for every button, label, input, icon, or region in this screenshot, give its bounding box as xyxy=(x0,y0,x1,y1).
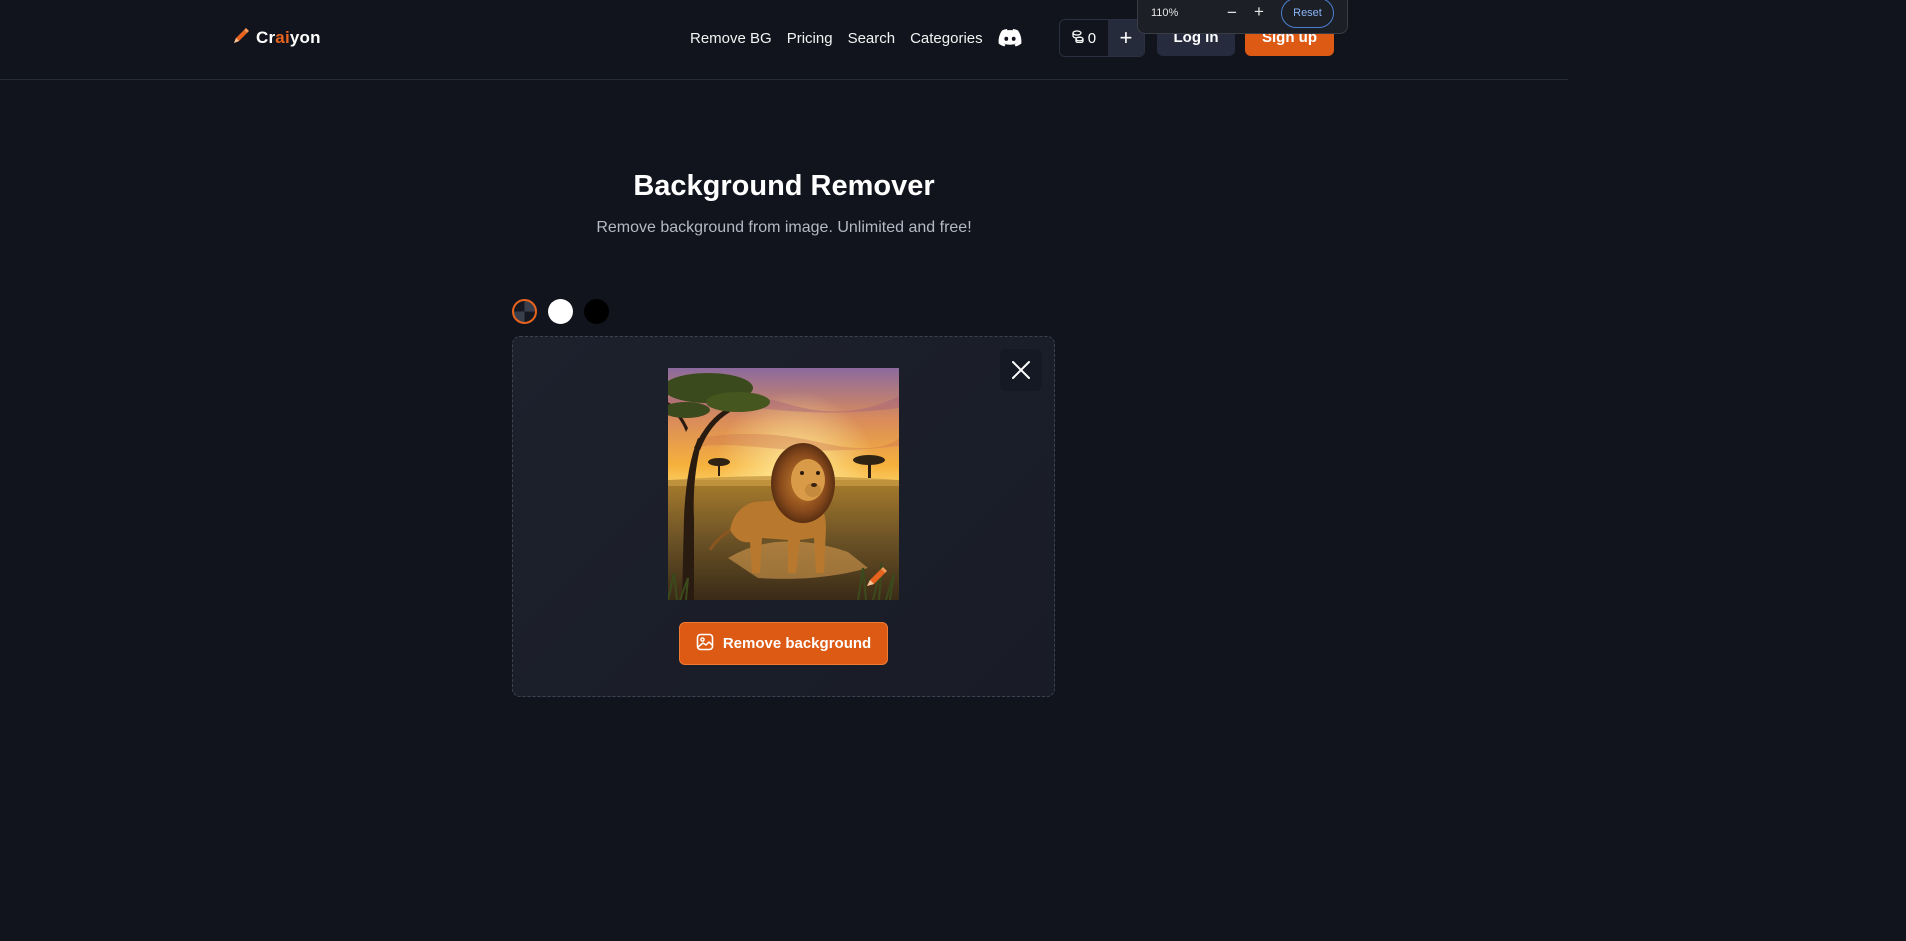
swatch-white[interactable] xyxy=(548,299,573,324)
craiyon-logo[interactable]: Craiyon xyxy=(232,27,321,49)
close-icon xyxy=(1011,360,1031,380)
nav-pricing[interactable]: Pricing xyxy=(787,30,833,47)
zoom-level: 110% xyxy=(1151,7,1178,19)
background-swatches xyxy=(512,299,609,324)
crayon-icon xyxy=(232,27,250,50)
nav-categories[interactable]: Categories xyxy=(910,30,983,47)
zoom-in-button[interactable]: + xyxy=(1254,2,1264,22)
image-dropzone[interactable]: Remove background xyxy=(512,336,1055,697)
page-title: Background Remover xyxy=(0,170,1568,203)
zoom-reset-button[interactable]: Reset xyxy=(1281,0,1334,28)
credits-count-value: 0 xyxy=(1088,30,1096,47)
credits-count[interactable]: 0 xyxy=(1060,20,1108,56)
credits-widget: 0 + xyxy=(1059,19,1145,57)
swatch-transparent[interactable] xyxy=(512,299,537,324)
logo-text: Craiyon xyxy=(256,28,321,48)
discord-icon[interactable] xyxy=(998,26,1022,50)
nav-remove-bg[interactable]: Remove BG xyxy=(690,30,772,47)
coins-icon xyxy=(1072,30,1084,47)
nav-search[interactable]: Search xyxy=(848,30,896,47)
swatch-black[interactable] xyxy=(584,299,609,324)
main-nav: Remove BG Pricing Search Categories xyxy=(690,26,1022,50)
remove-background-label: Remove background xyxy=(723,635,871,652)
remove-background-button[interactable]: Remove background xyxy=(679,622,888,665)
zoom-out-button[interactable]: − xyxy=(1227,3,1237,23)
page-subtitle: Remove background from image. Unlimited … xyxy=(0,219,1568,237)
close-button[interactable] xyxy=(1000,349,1042,391)
image-icon xyxy=(696,633,714,655)
zoom-popup: 110% − + Reset xyxy=(1137,0,1348,34)
uploaded-image-preview xyxy=(668,368,899,600)
